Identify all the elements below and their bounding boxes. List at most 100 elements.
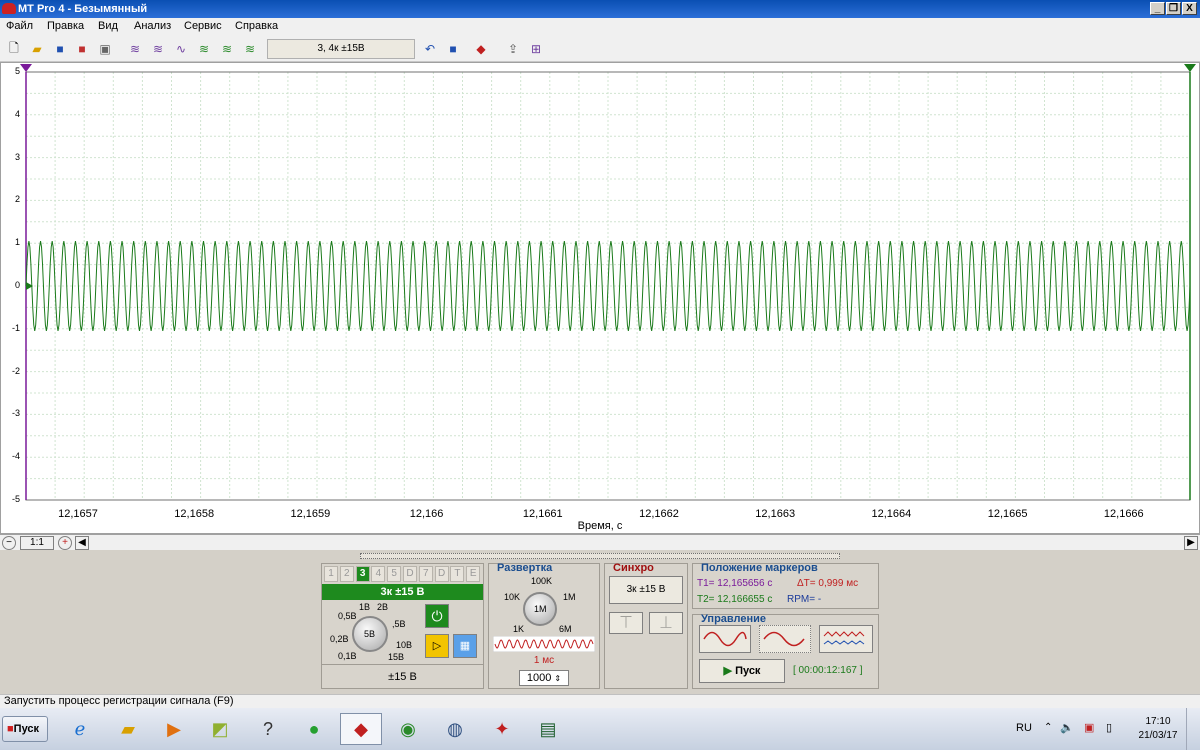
power-button[interactable]: ⏻ [425, 604, 449, 628]
points-input[interactable]: 1000 ⇕ [519, 670, 569, 686]
channel-tab[interactable]: 1 [324, 566, 338, 582]
x-tick-label: 12,1662 [639, 508, 679, 520]
plot-svg[interactable] [0, 62, 1200, 534]
menu-analysis[interactable]: Анализ [134, 20, 171, 32]
whatsapp-icon[interactable]: ● [296, 713, 332, 745]
new-file-icon[interactable]: 🗋 [5, 40, 23, 58]
notes-icon[interactable]: ◩ [202, 713, 238, 745]
start-button[interactable]: ▶ Пуск [699, 659, 785, 683]
mode-cycle-wave-icon[interactable] [759, 625, 811, 653]
waveform-view-icon[interactable]: ≋ [126, 40, 144, 58]
start-menu-button[interactable]: ■Пуск [2, 716, 48, 742]
mtpro-task-icon[interactable]: ◆ [340, 713, 382, 745]
zoom-out-button[interactable]: − [2, 536, 16, 550]
clock-date[interactable]: 21/03/17 [1132, 730, 1184, 741]
y-tick-label: -3 [11, 408, 20, 419]
calculator-icon[interactable]: ▦ [453, 634, 477, 658]
play-channel-button[interactable]: ▷ [425, 634, 449, 658]
volume-icon[interactable]: 🔈 [1060, 721, 1074, 734]
open-folder-icon[interactable]: ▰ [28, 40, 46, 58]
tray-expand-icon[interactable]: ⌃ [1044, 722, 1052, 733]
undo-icon[interactable]: ↶ [421, 40, 439, 58]
waveform-green-1-icon[interactable]: ≋ [195, 40, 213, 58]
channel-tab[interactable]: D [403, 566, 417, 582]
car-icon[interactable]: ◆ [472, 40, 490, 58]
menu-help[interactable]: Справка [235, 20, 278, 32]
language-indicator[interactable]: RU [1016, 722, 1032, 734]
close-button[interactable]: X [1182, 2, 1197, 15]
mode-recorder-icon[interactable] [819, 625, 873, 653]
zoom-reset-button[interactable]: 1:1 [20, 536, 54, 550]
waveform-green-3-icon[interactable]: ≋ [241, 40, 259, 58]
media-player-icon[interactable]: ▶ [156, 713, 192, 745]
control-title: Управление [701, 613, 767, 625]
terminal-icon[interactable]: ▤ [530, 713, 566, 745]
channel-tab[interactable]: 7 [418, 566, 433, 582]
waveform-overlay-icon[interactable]: ≋ [149, 40, 167, 58]
windows-logo-icon: ■ [7, 723, 14, 735]
pdf-reader-icon[interactable]: ✦ [484, 713, 520, 745]
channel-tab[interactable]: 3 [355, 566, 370, 582]
zoom-in-button[interactable]: + [58, 536, 72, 550]
export-icon[interactable]: ⇪ [504, 40, 522, 58]
network-icon[interactable]: ▣ [1084, 721, 1094, 734]
x-axis-title: Время, с [577, 520, 623, 532]
restore-button[interactable]: ❐ [1166, 2, 1181, 15]
sync-source-button[interactable]: 3к ±15 В [609, 576, 683, 604]
clock-time[interactable]: 17:10 [1138, 716, 1178, 727]
y-tick-label: -4 [11, 451, 20, 462]
battery-icon[interactable]: ▯ [1106, 721, 1112, 734]
save-icon[interactable]: ■ [51, 40, 69, 58]
panel-collapse-bar[interactable] [360, 553, 840, 559]
sweep-label: 10K [504, 592, 521, 602]
channel-tab[interactable]: D [434, 566, 449, 582]
explorer-icon[interactable]: ▰ [110, 713, 146, 745]
sweep-time-label: 1 мс [533, 655, 555, 666]
falling-edge-icon[interactable]: ⏊ [649, 612, 683, 634]
range-combo[interactable]: 3, 4к ±15В [267, 39, 415, 59]
recording-timer: [ 00:00:12:167 ] [793, 665, 863, 676]
mode-single-wave-icon[interactable] [699, 625, 751, 653]
save-state-icon[interactable]: ■ [444, 40, 462, 58]
channel-tab[interactable]: 2 [339, 566, 354, 582]
voltage-label: 1В [359, 602, 371, 612]
scroll-right-button[interactable]: ▶ [1184, 536, 1198, 550]
voltage-label: 0,2В [330, 634, 349, 644]
x-tick-label: 12,1663 [755, 508, 796, 520]
start-label: Пуск [735, 665, 761, 677]
y-tick-label: 1 [14, 237, 20, 248]
marker-t2-value: T2= 12,166655 с [697, 594, 773, 605]
waveform-fx-icon[interactable]: ∿ [172, 40, 190, 58]
channel-range-footer[interactable]: ±15 В [322, 664, 483, 688]
scroll-left-button[interactable]: ◀ [75, 536, 89, 550]
marker-t1-value: T1= 12,165656 с [697, 578, 773, 589]
channel-tab[interactable]: T [450, 566, 465, 582]
menu-file[interactable]: Файл [6, 20, 33, 32]
y-tick-label: 0 [14, 280, 20, 290]
y-tick-label: -1 [11, 322, 20, 333]
menu-service[interactable]: Сервис [184, 20, 222, 32]
points-value: 1000 [526, 672, 552, 684]
app-disc-icon[interactable]: ◍ [437, 713, 473, 745]
grid-icon[interactable]: ⊞ [527, 40, 545, 58]
show-desktop-button[interactable] [1186, 708, 1200, 750]
start-menu-label: Пуск [13, 723, 40, 735]
sweep-label: 100K [531, 576, 553, 586]
channel-tab[interactable]: 5 [387, 566, 402, 582]
minimize-button[interactable]: _ [1150, 2, 1165, 15]
ie-icon[interactable]: ℯ [62, 713, 98, 745]
channel-tab[interactable]: E [466, 566, 481, 582]
waveform-green-2-icon[interactable]: ≋ [218, 40, 236, 58]
sweep-label: 6M [559, 624, 572, 634]
channel-tab[interactable]: 4 [371, 566, 386, 582]
chrome-icon[interactable]: ◉ [390, 713, 426, 745]
x-tick-label: 12,1664 [871, 508, 912, 520]
save-as-icon[interactable]: ■ [73, 40, 91, 58]
y-tick-label: 2 [14, 194, 20, 205]
menu-view[interactable]: Вид [98, 20, 118, 32]
menu-edit[interactable]: Правка [47, 20, 84, 32]
help-app-icon[interactable]: ? [250, 713, 286, 745]
control-panel: 12345D7DTE 3к ±15 В 5В 0,5В 1В 2В ,5В 0,… [0, 550, 1200, 694]
print-icon[interactable]: ▣ [96, 40, 114, 58]
rising-edge-icon[interactable]: ⏉ [609, 612, 643, 634]
